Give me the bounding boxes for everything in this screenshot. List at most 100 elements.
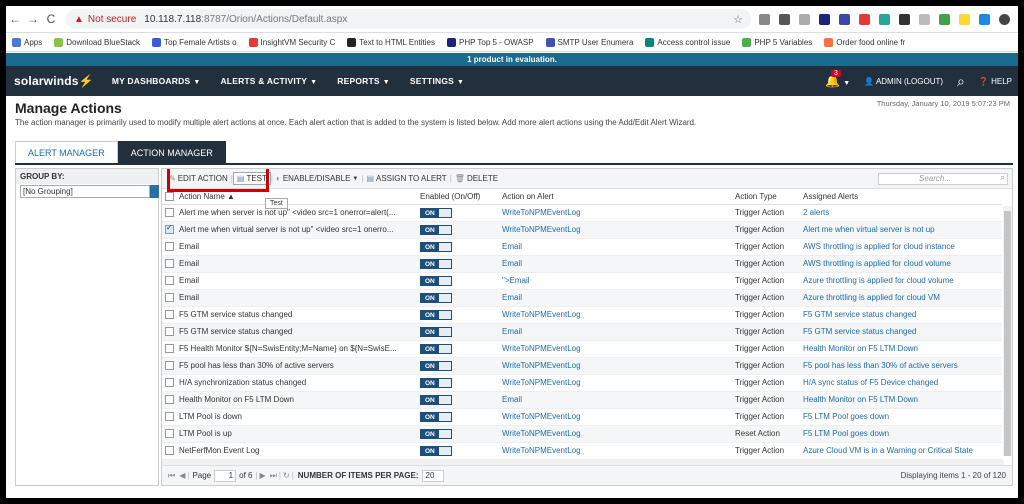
- col-action-type[interactable]: Action Type: [732, 189, 800, 205]
- enabled-toggle[interactable]: ON: [420, 207, 452, 218]
- extension-icon[interactable]: [799, 13, 810, 25]
- bookmark-item[interactable]: Text to HTML Entities: [347, 38, 435, 47]
- assigned-alerts-cell[interactable]: Alert me when virtual server is not up: [800, 221, 1002, 239]
- row-checkbox[interactable]: [165, 429, 174, 439]
- next-page-icon[interactable]: ▶: [260, 471, 266, 480]
- extension-icon[interactable]: [899, 13, 910, 25]
- select-all-checkbox[interactable]: [165, 191, 174, 201]
- action-on-alert-cell[interactable]: WriteToNPMEventLog: [499, 221, 732, 239]
- delete-button[interactable]: 🗑 DELETE: [452, 174, 501, 183]
- table-row[interactable]: F5 GTM service status changed ON WriteToNP…: [162, 306, 1002, 324]
- action-on-alert-cell[interactable]: Email: [499, 391, 732, 409]
- row-checkbox[interactable]: [165, 412, 174, 422]
- table-row[interactable]: Email ON ">Email Trigger Action Azure thrott…: [162, 272, 1002, 290]
- assigned-alerts-cell[interactable]: F5 LTM Pool goes down: [800, 408, 1002, 426]
- search-icon[interactable]: ⌕: [957, 73, 965, 90]
- assigned-alerts-cell[interactable]: F5 LTM Pool goes down: [800, 425, 1002, 443]
- action-on-alert-cell[interactable]: Email: [499, 323, 732, 341]
- menu-my-dashboards[interactable]: MY DASHBOARDS ▼: [112, 76, 201, 86]
- bookmark-item[interactable]: Download BlueStack: [54, 38, 140, 47]
- last-page-icon[interactable]: ⏭: [270, 471, 277, 481]
- row-checkbox[interactable]: [165, 208, 174, 218]
- extension-icon[interactable]: [919, 13, 930, 25]
- test-button[interactable]: ▤ TEST: [232, 172, 271, 185]
- bookmark-item[interactable]: PHP 5 Variables: [742, 38, 812, 47]
- table-row[interactable]: F5 Health Monitor ${N=SwisEntity;M=Name}…: [162, 340, 1002, 358]
- enabled-toggle[interactable]: ON: [420, 241, 452, 252]
- row-checkbox[interactable]: [165, 310, 174, 320]
- assigned-alerts-cell[interactable]: 2 alerts: [800, 204, 1002, 222]
- back-icon[interactable]: ←: [6, 12, 24, 26]
- table-row[interactable]: LTM Pool is up ON WriteToNPMEventLog Reset …: [162, 425, 1002, 443]
- help-button[interactable]: ❓ HELP: [979, 77, 1012, 86]
- bookmark-item[interactable]: Access control issue: [645, 38, 730, 47]
- row-checkbox[interactable]: [165, 395, 174, 405]
- extension-icon[interactable]: [979, 13, 990, 25]
- assign-to-alert-button[interactable]: ▤ ASSIGN TO ALERT: [363, 174, 449, 183]
- table-row[interactable]: Email ON Email Trigger Action AWS throttling…: [162, 255, 1002, 273]
- enabled-toggle[interactable]: ON: [420, 394, 452, 405]
- enabled-toggle[interactable]: ON: [420, 258, 452, 269]
- dropdown-toggle[interactable]: [150, 185, 159, 198]
- assigned-alerts-cell[interactable]: Azure throttling is applied for cloud vo…: [800, 272, 1002, 290]
- table-row[interactable]: H/A synchronization status changed ON Writ…: [162, 374, 1002, 392]
- bookmark-item[interactable]: Apps: [12, 38, 42, 47]
- extension-icon[interactable]: [779, 13, 790, 25]
- table-row[interactable]: F5 GTM service status changed ON Email Trig…: [162, 323, 1002, 341]
- assigned-alerts-cell[interactable]: Azure throttling is applied for cloud VM: [800, 289, 1002, 307]
- assigned-alerts-cell[interactable]: F5 GTM service status changed: [800, 323, 1002, 341]
- table-row[interactable]: Alert me when server is not up" <video s…: [162, 204, 1002, 222]
- col-action-on-alert[interactable]: Action on Alert: [499, 189, 732, 205]
- enabled-toggle[interactable]: ON: [420, 343, 452, 354]
- row-checkbox[interactable]: [165, 361, 174, 371]
- row-checkbox[interactable]: [165, 242, 174, 252]
- assigned-alerts-cell[interactable]: Health Monitor on F5 LTM Down: [800, 340, 1002, 358]
- row-checkbox[interactable]: [165, 378, 174, 388]
- assigned-alerts-cell[interactable]: AWS throttling is applied for cloud inst…: [800, 238, 1002, 256]
- solarwinds-logo[interactable]: solarwinds⚡: [14, 74, 94, 88]
- select-all-header[interactable]: [162, 189, 176, 205]
- enabled-toggle[interactable]: ON: [420, 224, 452, 235]
- page-number-input[interactable]: 1: [214, 469, 237, 482]
- extension-icon[interactable]: [939, 13, 950, 25]
- assigned-alerts-cell[interactable]: F5 pool has less than 30% of active serv…: [800, 357, 1002, 375]
- action-on-alert-cell[interactable]: WriteToNPMEventLog: [499, 425, 732, 443]
- extension-icon[interactable]: [879, 13, 890, 25]
- extension-icon[interactable]: [959, 13, 970, 25]
- tab-alert-manager[interactable]: ALERT MANAGER: [15, 141, 118, 163]
- action-on-alert-cell[interactable]: WriteToNPMEventLog: [499, 374, 732, 392]
- action-on-alert-cell[interactable]: WriteToNPMEventLog: [499, 306, 732, 324]
- action-on-alert-cell[interactable]: WriteToNPMEventLog: [499, 442, 732, 460]
- row-checkbox[interactable]: [165, 327, 174, 337]
- assigned-alerts-cell[interactable]: Azure Cloud VM is in a Warning or Critic…: [800, 442, 1002, 460]
- extension-icon[interactable]: [839, 13, 850, 25]
- enabled-toggle[interactable]: ON: [420, 326, 452, 337]
- action-on-alert-cell[interactable]: Email: [499, 289, 732, 307]
- col-enabled[interactable]: Enabled (On/Off): [417, 189, 499, 205]
- reload-icon[interactable]: C: [42, 12, 60, 26]
- table-row[interactable]: NetFerfMon Event Log ON WriteToNPMEventLog…: [162, 442, 1002, 460]
- table-row[interactable]: LTM Pool is down ON WriteToNPMEventLog Trig…: [162, 408, 1002, 426]
- enabled-toggle[interactable]: ON: [420, 309, 452, 320]
- col-action-name[interactable]: Action Name ▲: [176, 189, 417, 205]
- action-on-alert-cell[interactable]: Email: [499, 238, 732, 256]
- action-on-alert-cell[interactable]: Email: [499, 255, 732, 273]
- bookmark-item[interactable]: SMTP User Enumera: [545, 38, 633, 47]
- bookmark-item[interactable]: InsightVM Security C: [248, 38, 335, 47]
- enabled-toggle[interactable]: ON: [420, 377, 452, 388]
- bookmark-item[interactable]: PHP Top 5 - OWASP: [446, 38, 534, 47]
- action-on-alert-cell[interactable]: WriteToNPMEventLog: [499, 340, 732, 358]
- action-on-alert-cell[interactable]: WriteToNPMEventLog: [499, 357, 732, 375]
- row-checkbox[interactable]: [165, 446, 174, 456]
- action-on-alert-cell[interactable]: WriteToNPMEventLog: [499, 408, 732, 426]
- url-field[interactable]: ▲ Not secure 10.118.7.118:8787/Orion/Act…: [66, 9, 751, 29]
- table-row[interactable]: Alert me when virtual server is not up" …: [162, 221, 1002, 239]
- enabled-toggle[interactable]: ON: [420, 275, 452, 286]
- bookmark-item[interactable]: Order food online fr: [824, 38, 905, 47]
- profile-icon[interactable]: [999, 13, 1010, 25]
- evaluation-banner[interactable]: 1 product in evaluation.: [6, 53, 1018, 66]
- row-checkbox[interactable]: [165, 293, 174, 303]
- enabled-toggle[interactable]: ON: [420, 292, 452, 303]
- assigned-alerts-cell[interactable]: Health Monitor on F5 LTM Down: [800, 391, 1002, 409]
- enabled-toggle[interactable]: ON: [420, 360, 452, 371]
